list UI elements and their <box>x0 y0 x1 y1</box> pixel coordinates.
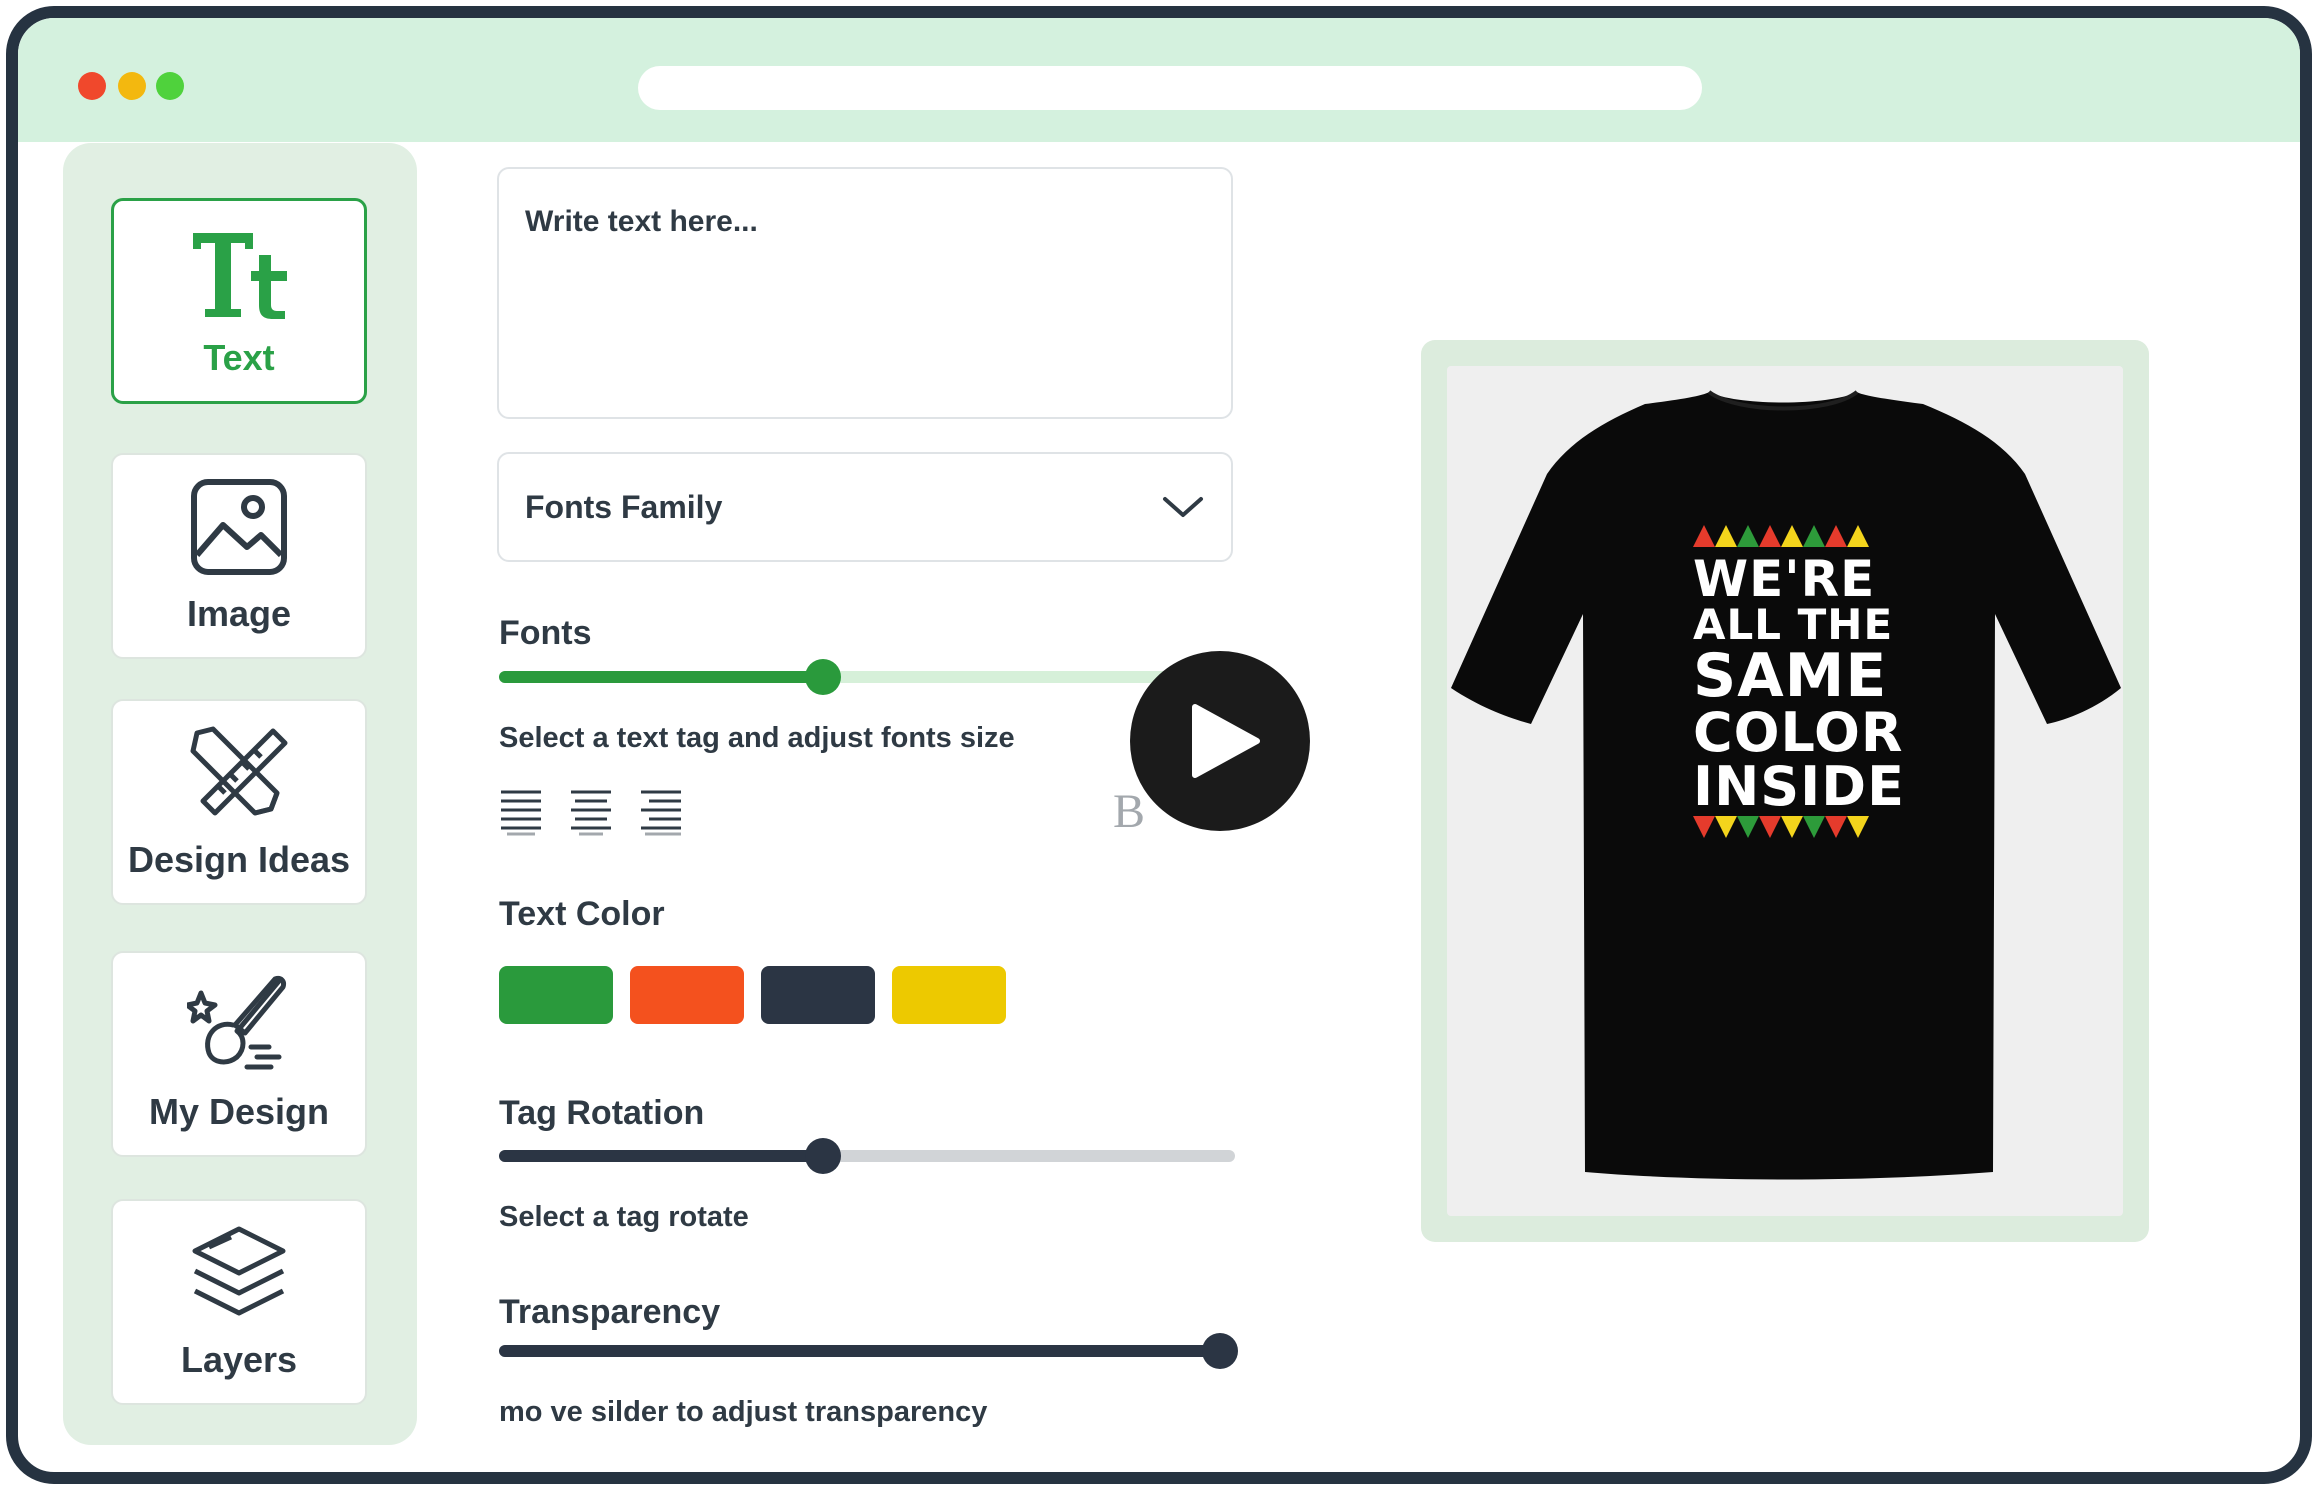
slider-fill <box>499 671 823 683</box>
color-swatch-green[interactable] <box>499 966 613 1024</box>
sidebar-item-my-design[interactable]: My Design <box>111 951 367 1157</box>
print-triangle <box>1847 525 1869 547</box>
print-triangle <box>1803 816 1825 838</box>
print-triangle <box>1781 525 1803 547</box>
print-triangle <box>1715 525 1737 547</box>
print-triangle <box>1825 525 1847 547</box>
brush-icon <box>187 976 286 1070</box>
sidebar-item-design-ideas[interactable]: Design Ideas <box>111 699 367 905</box>
tag-rotation-slider[interactable] <box>499 1138 1235 1174</box>
print-line: ALL THE <box>1693 600 1894 649</box>
print-triangle <box>1693 525 1715 547</box>
slider-fill <box>499 1150 823 1162</box>
text-format-toolbar: B <box>499 788 1199 838</box>
print-triangle <box>1693 816 1715 838</box>
color-swatch-yellow[interactable] <box>892 966 1006 1024</box>
print-triangle <box>1781 816 1803 838</box>
sidebar-item-label: Layers <box>180 1339 298 1380</box>
sidebar-item-label: Image <box>186 593 292 634</box>
print-line: INSIDE <box>1693 755 1905 818</box>
product-preview: WE'RE ALL THE SAME COLOR INSIDE <box>1447 366 2123 1216</box>
align-center-icon[interactable] <box>569 788 613 836</box>
align-justify-icon[interactable] <box>639 788 683 836</box>
align-left-icon[interactable] <box>499 788 543 836</box>
title-bar <box>18 18 2300 142</box>
text-tt-icon <box>193 233 287 319</box>
maximize-window-button[interactable] <box>156 72 184 100</box>
print-line: SAME <box>1693 641 1888 711</box>
play-video-button[interactable] <box>1130 651 1310 831</box>
tag-rotation-heading: Tag Rotation <box>499 1094 705 1132</box>
pencil-ruler-icon <box>190 726 288 816</box>
print-triangle <box>1803 525 1825 547</box>
close-window-button[interactable] <box>78 72 106 100</box>
print-triangle <box>1825 816 1847 838</box>
font-family-value: Fonts Family <box>525 488 723 525</box>
play-icon <box>1192 704 1260 778</box>
font-family-select[interactable]: Fonts Family <box>497 452 1233 562</box>
fonts-hint: Select a text tag and adjust fonts size <box>499 722 1015 754</box>
transparency-slider[interactable] <box>499 1333 1239 1369</box>
bold-icon[interactable]: B <box>1113 788 1145 836</box>
print-triangle <box>1759 816 1781 838</box>
sidebar-item-layers[interactable]: Layers <box>111 1199 367 1405</box>
print-triangle <box>1715 816 1737 838</box>
print-triangle <box>1737 816 1759 838</box>
print-line: WE'RE <box>1693 550 1876 608</box>
color-swatch-navy[interactable] <box>761 966 875 1024</box>
text-color-heading: Text Color <box>499 895 665 933</box>
slider-thumb[interactable] <box>804 1138 841 1174</box>
slider-fill <box>499 1345 1221 1357</box>
chevron-down-icon <box>1163 497 1203 517</box>
minimize-window-button[interactable] <box>118 72 146 100</box>
text-input[interactable] <box>497 167 1233 419</box>
sidebar-item-label: Text <box>203 337 275 378</box>
triangle-border-top <box>1693 525 1869 547</box>
print-triangle <box>1737 525 1759 547</box>
transparency-heading: Transparency <box>499 1293 721 1331</box>
shirt-print-design: WE'RE ALL THE SAME COLOR INSIDE <box>1693 521 1905 847</box>
print-triangle <box>1847 816 1869 838</box>
print-triangle <box>1759 525 1781 547</box>
color-swatch-orange[interactable] <box>630 966 744 1024</box>
slider-thumb[interactable] <box>1202 1333 1239 1369</box>
sidebar-item-text[interactable]: Text <box>111 198 367 404</box>
layers-icon <box>192 1226 286 1316</box>
print-line: COLOR <box>1693 701 1904 764</box>
transparency-hint: mo ve silder to adjust transparency <box>499 1396 988 1428</box>
tag-rotation-hint: Select a tag rotate <box>499 1201 749 1233</box>
font-size-slider[interactable] <box>499 659 1235 695</box>
tool-sidebar: Text Image Design Ideas My Design Layers <box>63 143 417 1445</box>
image-icon <box>191 479 287 575</box>
slider-thumb[interactable] <box>804 659 841 695</box>
triangle-border-bottom <box>1693 816 1869 838</box>
product-preview-panel: WE'RE ALL THE SAME COLOR INSIDE <box>1421 340 2149 1242</box>
address-bar[interactable] <box>638 66 1702 110</box>
fonts-heading: Fonts <box>499 614 592 652</box>
sidebar-item-label: My Design <box>148 1091 330 1132</box>
sidebar-item-label: Design Ideas <box>127 839 351 880</box>
sidebar-item-image[interactable]: Image <box>111 453 367 659</box>
